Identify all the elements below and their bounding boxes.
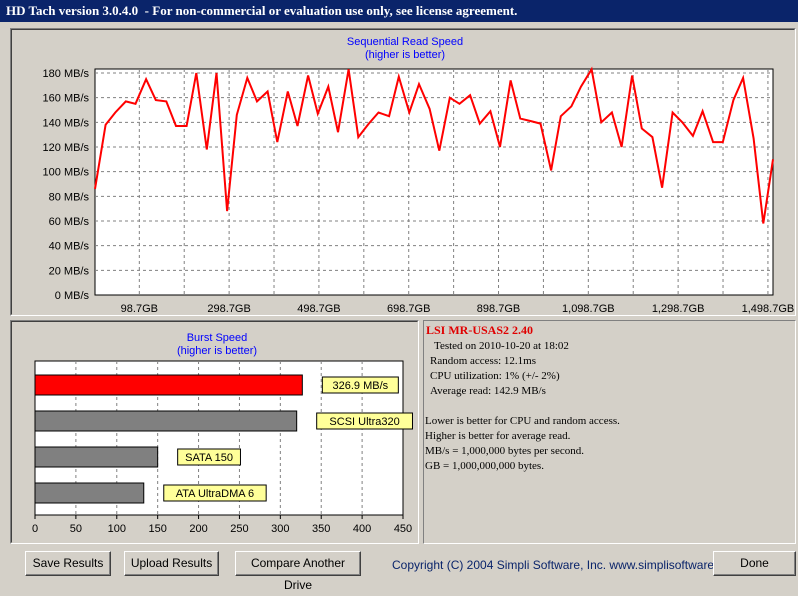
burst-bar: [34, 482, 145, 504]
burst-x-tick-label: 50: [70, 523, 82, 535]
burst-bar: [34, 410, 298, 432]
burst-bar-label: SATA 150: [185, 452, 233, 464]
burst-speed-chart: Burst Speed (higher is better) 326.9 MB/…: [32, 332, 413, 535]
seq-chart-subtitle: (higher is better): [365, 49, 445, 61]
note-lower-better: Lower is better for CPU and random acces…: [425, 415, 620, 427]
seq-y-tick-label: 100 MB/s: [43, 167, 90, 179]
seq-y-tick-label: 140 MB/s: [43, 117, 90, 129]
burst-x-tick-label: 250: [230, 523, 248, 535]
seq-x-tick-label: 698.7GB: [387, 303, 430, 315]
seq-plot-area: [94, 68, 774, 296]
burst-x-tick-label: 0: [32, 523, 38, 535]
seq-y-tick-label: 120 MB/s: [43, 142, 90, 154]
note-mbs-def: MB/s = 1,000,000 bytes per second.: [425, 445, 584, 457]
seq-y-tick-label: 60 MB/s: [49, 216, 90, 228]
copyright-text: Copyright (C) 2004 Simpli Software, Inc.…: [392, 558, 741, 572]
drive-info-panel: LSI MR-USAS2 2.40 Tested on 2010-10-20 a…: [423, 320, 796, 544]
sequential-read-panel: Sequential Read Speed (higher is better)…: [10, 28, 796, 316]
upload-results-button[interactable]: Upload Results: [124, 551, 219, 576]
seq-y-tick-label: 0 MB/s: [55, 290, 90, 302]
seq-y-tick-label: 20 MB/s: [49, 265, 90, 277]
seq-x-tick-label: 1,498.7GB: [742, 303, 795, 315]
average-read: Average read: 142.9 MB/s: [430, 385, 546, 397]
seq-x-tick-label: 98.7GB: [121, 303, 158, 315]
seq-y-tick-label: 180 MB/s: [43, 68, 90, 80]
seq-y-tick-label: 160 MB/s: [43, 93, 90, 105]
burst-x-tick-label: 150: [148, 523, 166, 535]
seq-chart-title: Sequential Read Speed: [347, 36, 463, 48]
seq-x-tick-label: 498.7GB: [297, 303, 340, 315]
seq-x-tick-label: 898.7GB: [477, 303, 520, 315]
note-higher-better: Higher is better for average read.: [425, 430, 571, 442]
burst-x-tick-label: 450: [394, 523, 412, 535]
seq-x-tick-label: 298.7GB: [207, 303, 250, 315]
cpu-utilization: CPU utilization: 1% (+/- 2%): [430, 370, 560, 382]
burst-bar-label: 326.9 MB/s: [333, 380, 389, 392]
burst-x-tick-label: 300: [271, 523, 289, 535]
burst-speed-panel: Burst Speed (higher is better) 326.9 MB/…: [10, 320, 419, 544]
burst-x-tick-label: 400: [353, 523, 371, 535]
save-results-button[interactable]: Save Results: [25, 551, 111, 576]
burst-bar: [34, 374, 303, 396]
drive-name: LSI MR-USAS2 2.40: [426, 323, 534, 337]
seq-y-tick-label: 40 MB/s: [49, 241, 90, 253]
burst-bar-label: ATA UltraDMA 6: [176, 488, 254, 500]
seq-x-tick-label: 1,098.7GB: [562, 303, 615, 315]
burst-x-tick-label: 100: [108, 523, 126, 535]
burst-x-tick-label: 350: [312, 523, 330, 535]
sequential-read-chart: Sequential Read Speed (higher is better)…: [43, 36, 795, 315]
compare-another-drive-button[interactable]: Compare Another Drive: [235, 551, 361, 592]
seq-y-tick-label: 80 MB/s: [49, 191, 90, 203]
burst-bar-label: SCSI Ultra320: [329, 416, 399, 428]
tested-date: Tested on 2010-10-20 at 18:02: [434, 340, 569, 352]
burst-chart-subtitle: (higher is better): [177, 345, 257, 357]
window-title-bar: HD Tach version 3.0.4.0 - For non-commer…: [0, 0, 798, 22]
random-access: Random access: 12.1ms: [430, 355, 537, 367]
burst-chart-title: Burst Speed: [187, 332, 248, 344]
burst-x-tick-label: 200: [189, 523, 207, 535]
burst-bar: [34, 446, 159, 468]
done-button[interactable]: Done: [713, 551, 796, 576]
seq-x-tick-label: 1,298.7GB: [652, 303, 705, 315]
note-gb-def: GB = 1,000,000,000 bytes.: [425, 460, 544, 472]
